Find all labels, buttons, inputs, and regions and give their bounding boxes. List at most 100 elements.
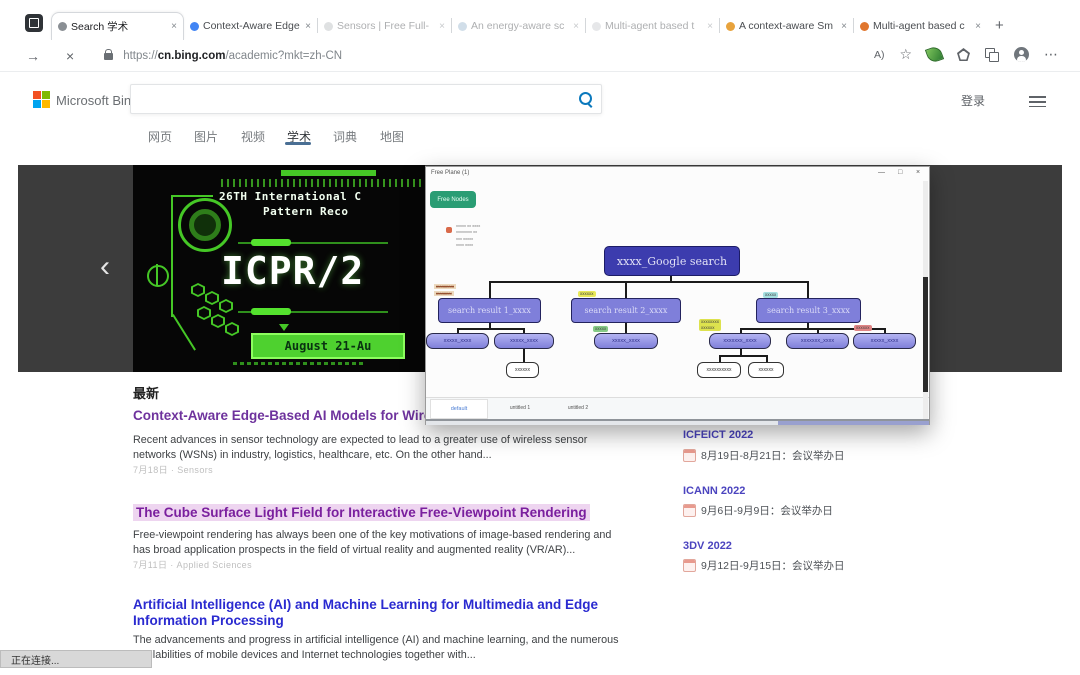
nav-tab-maps[interactable]: 地图 [380,128,404,145]
map-tab[interactable]: untitled 2 [554,399,602,417]
sidebar-conference-date: 8月19日-8月21日：会议举办日 [701,448,845,463]
url-path: /academic?mkt=zh-CN [225,50,342,62]
tab-close-icon[interactable]: × [305,21,311,32]
banner-decoration [251,239,291,246]
maximize-button[interactable]: □ [898,169,902,176]
calendar-icon [683,559,696,572]
mindmap-branch-node-3[interactable]: search result 3_xxxx [756,298,861,323]
carousel-prev-button[interactable]: ‹ [100,250,110,284]
sidebar-conference-link[interactable]: ICFEICT 2022 [683,429,753,441]
tab-close-icon[interactable]: × [707,21,713,32]
connector-line [625,323,627,333]
result-title-2[interactable]: The Cube Surface Light Field for Interac… [133,504,590,521]
tab-title: Multi-agent based t [605,20,703,32]
read-aloud-icon[interactable]: A) [874,49,885,61]
mindmap-child-node[interactable]: xxxxx_xxxx [594,333,658,349]
mindmap-branch-node-2[interactable]: search result 2_xxxx [571,298,681,323]
branch-tag-yellow: xxxxxx [578,291,596,297]
mindmap-leaf-node[interactable]: xxxxxx [748,362,784,378]
status-bar: 正在连接... [0,650,152,668]
tab-title: Multi-agent based c [873,20,971,32]
tab-title: Sensors | Free Full- [337,20,435,32]
tab-close-icon[interactable]: × [841,21,847,32]
tag-line: xxxxxxxx [701,319,719,325]
mindmap-child-node[interactable]: xxxxx_xxxx [426,333,489,349]
browser-tab-2[interactable]: Context-Aware Edge × [184,12,317,40]
child-tag-yellowgreen: xxxxxxxx xxxxxx [699,319,721,331]
hamburger-menu-icon[interactable] [1029,93,1046,110]
result-title-1[interactable]: Context-Aware Edge-Based AI Models for W… [133,408,458,423]
mindmap-root-node[interactable]: xxxx_Google search [604,246,740,276]
stop-icon[interactable]: × [66,48,74,64]
browser-tab-4[interactable]: An energy-aware sc × [452,12,585,40]
result-meta-1: 7月18日 · Sensors [133,463,213,476]
sidebar-conference-link[interactable]: 3DV 2022 [683,540,732,552]
icpr-banner-image[interactable]: 26TH International C Pattern Reco ICPR/2… [133,165,425,372]
browser-tab-strip: Search 学术 × Context-Aware Edge × Sensors… [0,0,1080,40]
nav-tab-images[interactable]: 图片 [194,128,218,145]
browser-tab-search[interactable]: Search 学术 × [51,12,184,40]
sidebar-conference-link[interactable]: ICANN 2022 [683,485,745,497]
sign-in-link[interactable]: 登录 [961,92,985,109]
mindmap-window[interactable]: Free Plane (1) — □ × Free Nodes xxxxx xx… [425,166,930,425]
lock-icon[interactable] [104,53,113,60]
tab-close-icon[interactable]: × [573,21,579,32]
bing-logo-text[interactable]: Microsoft Bing [56,93,138,108]
tab-close-icon[interactable]: × [439,21,445,32]
map-tab-active[interactable]: default [430,399,488,419]
search-icon[interactable] [579,92,592,105]
mindmap-leaf-node[interactable]: xxxxxx [506,362,539,378]
vertical-scrollbar[interactable] [923,181,928,419]
browser-tab-3[interactable]: Sensors | Free Full- × [318,12,451,40]
calendar-icon [683,449,696,462]
nav-tab-dictionary[interactable]: 词典 [333,128,357,145]
tab-actions-icon[interactable] [25,14,43,32]
horizontal-scrollbar-thumb[interactable] [778,421,929,425]
url-host: cn.bing.com [158,50,226,62]
branch-side-note: xxxxxxx [434,291,454,296]
banner-hexagon-icon [225,322,239,336]
map-tab[interactable]: untitled 1 [496,399,544,417]
mindmap-leaf-node[interactable]: xxxxxxxxxx [697,362,741,378]
nav-tab-web[interactable]: 网页 [148,128,172,145]
forward-icon[interactable]: → [26,48,40,64]
mindmap-branch-node-1[interactable]: search result 1_xxxx [438,298,541,323]
mindmap-child-node[interactable]: xxxxxxx_xxxx [786,333,849,349]
more-menu-icon[interactable]: ⋯ [1044,46,1058,63]
tab-favicon [458,22,467,31]
mindmap-child-node[interactable]: xxxxx_xxxx [853,333,916,349]
browser-tab-7[interactable]: Multi-agent based c × [854,12,987,40]
close-button[interactable]: × [916,169,920,176]
browser-tab-5[interactable]: Multi-agent based t × [586,12,719,40]
banner-decoration [172,314,196,351]
tab-favicon [324,22,333,31]
nav-tab-videos[interactable]: 视频 [241,128,265,145]
tab-close-icon[interactable]: × [171,21,177,32]
tab-close-icon[interactable]: × [975,21,981,32]
tab-title: An energy-aware sc [471,20,569,32]
browser-tab-6[interactable]: A context-aware Sm × [720,12,853,40]
minimize-button[interactable]: — [878,169,885,176]
new-tab-button[interactable]: + [995,17,1004,34]
banner-hexagon-icon [205,291,219,305]
profile-avatar[interactable] [1014,47,1029,62]
url-text[interactable]: https://cn.bing.com/academic?mkt=zh-CN [123,50,342,62]
window-title: Free Plane (1) [431,170,469,176]
mindmap-child-node[interactable]: xxxxx_xxxx [494,333,554,349]
mindmap-action-button[interactable]: Free Nodes [430,191,476,208]
active-tab-underline [285,142,311,145]
banner-decoration [233,362,363,365]
banner-emblem-icon [178,198,232,252]
section-title-latest: 最新 [133,383,159,402]
result-title-3[interactable]: Artificial Intelligence (AI) and Machine… [133,597,633,629]
shield-pentagon-icon[interactable] [957,48,970,61]
banner-decoration [171,195,173,317]
collections-icon[interactable] [985,48,999,62]
mindmap-child-node[interactable]: xxxxxxx_xxxx [709,333,771,349]
favorites-star-icon[interactable]: ☆ [899,46,912,63]
vertical-scrollbar-thumb[interactable] [923,277,928,392]
banner-target-icon [147,265,169,287]
banner-decoration [279,324,289,331]
extension-leaf-icon[interactable] [925,45,944,64]
search-input[interactable] [130,84,602,114]
